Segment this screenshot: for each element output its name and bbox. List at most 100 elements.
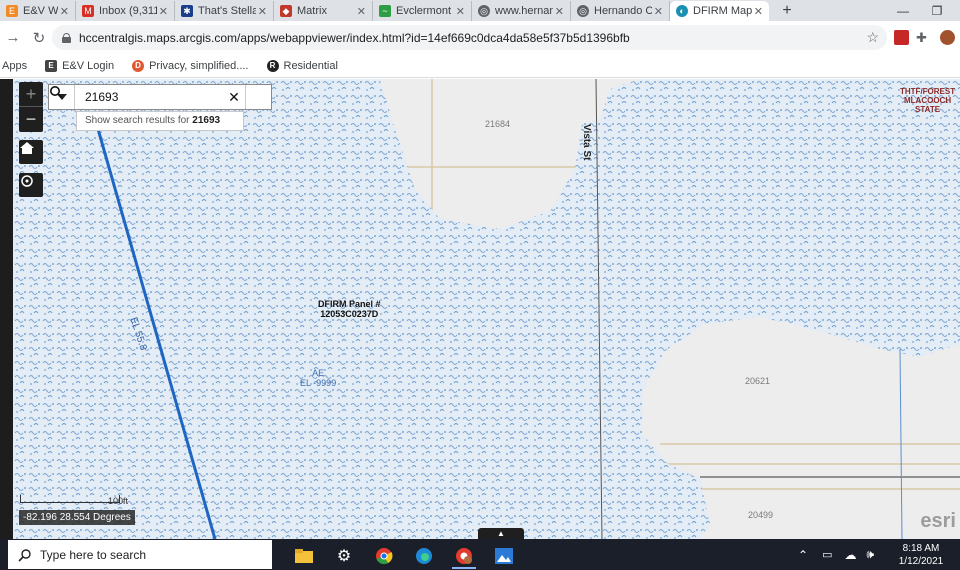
- zoom-control: + −: [19, 82, 43, 132]
- tab-ev-world[interactable]: E E&V World ✕: [0, 1, 76, 21]
- parcel-label: 20499: [748, 510, 774, 520]
- close-icon[interactable]: ✕: [754, 5, 763, 18]
- state-label-line: THTF/FOREST: [900, 87, 956, 96]
- home-button[interactable]: [19, 140, 43, 164]
- bookmarks-bar: Apps E E&V Login D Privacy, simplified..…: [0, 54, 960, 78]
- close-icon[interactable]: ✕: [159, 5, 168, 18]
- meet-icon[interactable]: ▭: [822, 548, 832, 561]
- matrix-icon: ◆: [280, 5, 292, 17]
- windows-taskbar: Type here to search ⚙ ⌃ ▭ ☁ 🕪 8:18 AM 1/…: [0, 539, 960, 570]
- search-input[interactable]: 21693: [75, 90, 223, 104]
- edge-button[interactable]: [406, 542, 442, 569]
- chrome-profile-button[interactable]: [446, 542, 482, 569]
- zoom-in-button[interactable]: +: [19, 82, 43, 107]
- tab-title: That's Stella: [198, 5, 256, 17]
- search-button[interactable]: [50, 85, 271, 109]
- tab-dfirm-map[interactable]: ◐ DFIRM Map ✕: [670, 1, 769, 21]
- flood-zone-area: [13, 79, 960, 539]
- taskbar-search-placeholder: Type here to search: [40, 547, 147, 562]
- left-edge-strip: [0, 79, 13, 539]
- tab-title: Inbox (9,311: [99, 5, 157, 17]
- search-icon: [50, 86, 63, 99]
- tab-matrix[interactable]: ◆ Matrix ✕: [274, 1, 373, 21]
- gear-icon: ⚙: [336, 547, 352, 565]
- tab-thats-stella[interactable]: ✱ That's Stella ✕: [175, 1, 274, 21]
- system-tray: ⌃ ▭ ☁ 🕪: [798, 539, 874, 570]
- scale-bar: [20, 495, 120, 503]
- taskbar-search[interactable]: Type here to search: [8, 540, 272, 569]
- reload-icon[interactable]: ↻: [26, 25, 52, 51]
- scale-text: 100ft: [108, 496, 129, 506]
- home-icon: [20, 142, 34, 154]
- chevron-up-icon[interactable]: ⌃: [798, 548, 808, 562]
- search-suggestion[interactable]: Show search results for 21693: [76, 111, 244, 131]
- restore-icon[interactable]: ❐: [922, 0, 952, 21]
- extension-badge-icon[interactable]: [894, 30, 909, 45]
- forward-icon[interactable]: →: [0, 25, 26, 51]
- close-icon[interactable]: ✕: [357, 5, 366, 18]
- clock-date: 1/12/2021: [898, 556, 944, 567]
- file-explorer-button[interactable]: [286, 542, 322, 569]
- puzzle-icon[interactable]: ✚: [916, 30, 931, 45]
- coordinate-readout: -82.196 28.554 Degrees: [19, 510, 135, 525]
- tab-inbox[interactable]: M Inbox (9,311 ✕: [76, 1, 175, 21]
- bookmark-label: Residential: [283, 59, 338, 72]
- bookmark-ev-login[interactable]: E E&V Login: [45, 59, 115, 72]
- settings-button[interactable]: ⚙: [326, 542, 362, 569]
- street-label: Vista St: [581, 124, 592, 161]
- zoom-out-button[interactable]: −: [19, 107, 43, 132]
- tab-title: DFIRM Map: [693, 5, 752, 17]
- map-view[interactable]: 21684 20621 20499 DFIRM Panel # 12053C02…: [0, 79, 960, 539]
- photos-button[interactable]: [486, 542, 522, 569]
- tab-hernando-county[interactable]: ◎ Hernando C ✕: [571, 1, 670, 21]
- bookmark-privacy[interactable]: D Privacy, simplified....: [132, 59, 249, 72]
- flood-zone-label: AE EL -9999: [300, 368, 336, 388]
- url-text: hccentralgis.maps.arcgis.com/apps/webapp…: [79, 30, 630, 45]
- close-icon[interactable]: ✕: [258, 5, 267, 18]
- zone-label-line: EL -9999: [300, 378, 337, 388]
- clear-icon[interactable]: ✕: [223, 89, 245, 106]
- minimize-icon[interactable]: —: [888, 0, 918, 21]
- bookmark-label: E&V Login: [62, 59, 115, 72]
- esri-logo: esri: [920, 510, 956, 532]
- photos-icon: [495, 547, 513, 564]
- chrome-button[interactable]: [366, 542, 402, 569]
- bookmark-apps[interactable]: Apps: [2, 60, 27, 72]
- suggestion-prefix: Show search results for: [85, 115, 193, 126]
- browser-tab-bar: E E&V World ✕ M Inbox (9,311 ✕ ✱ That's …: [0, 0, 960, 21]
- chrome-icon: [376, 547, 393, 564]
- bookmark-residential[interactable]: R Residential: [266, 59, 338, 72]
- arcgis-icon: ◐: [676, 5, 688, 17]
- bookmark-label: Apps: [2, 59, 28, 72]
- panel-expand-button[interactable]: ▲: [478, 528, 524, 539]
- dfirm-panel-label: DFIRM Panel # 12053C0237D: [318, 299, 381, 319]
- system-clock[interactable]: 8:18 AM 1/12/2021: [893, 542, 949, 568]
- volume-icon[interactable]: 🕪: [866, 547, 874, 562]
- lock-icon: [62, 32, 71, 43]
- tab-title: www.hernan: [495, 5, 553, 17]
- star-icon[interactable]: ☆: [866, 29, 879, 46]
- cloud-icon[interactable]: ☁: [844, 548, 856, 562]
- new-tab-button[interactable]: +: [775, 1, 799, 21]
- address-bar[interactable]: hccentralgis.maps.arcgis.com/apps/webapp…: [52, 25, 887, 50]
- locate-icon: [21, 175, 33, 187]
- map-canvas: [13, 79, 960, 539]
- parcel-label: 20621: [745, 376, 771, 386]
- close-icon[interactable]: ✕: [456, 5, 465, 18]
- suggestion-term: 21693: [192, 115, 221, 126]
- state-label-line: MLACOOCH: [904, 96, 952, 105]
- tab-evclermont[interactable]: ~ Evclermont ✕: [373, 1, 472, 21]
- avatar[interactable]: [940, 30, 955, 45]
- state-forest-label: THTF/FOREST MLACOOCH STATE: [900, 87, 955, 114]
- globe-icon: ◎: [478, 5, 490, 17]
- tab-hernando-www[interactable]: ◎ www.hernan ✕: [472, 1, 571, 21]
- panel-label-line: DFIRM Panel #: [318, 299, 381, 309]
- tab-title: E&V World: [23, 5, 58, 17]
- search-widget: 21693 ✕: [48, 84, 272, 110]
- close-icon[interactable]: ✕: [60, 5, 69, 18]
- evclermont-icon: ~: [379, 5, 391, 17]
- close-icon[interactable]: ✕: [654, 5, 663, 18]
- my-location-button[interactable]: [19, 173, 43, 197]
- parcel-label: 21684: [485, 119, 511, 129]
- close-icon[interactable]: ✕: [555, 5, 564, 18]
